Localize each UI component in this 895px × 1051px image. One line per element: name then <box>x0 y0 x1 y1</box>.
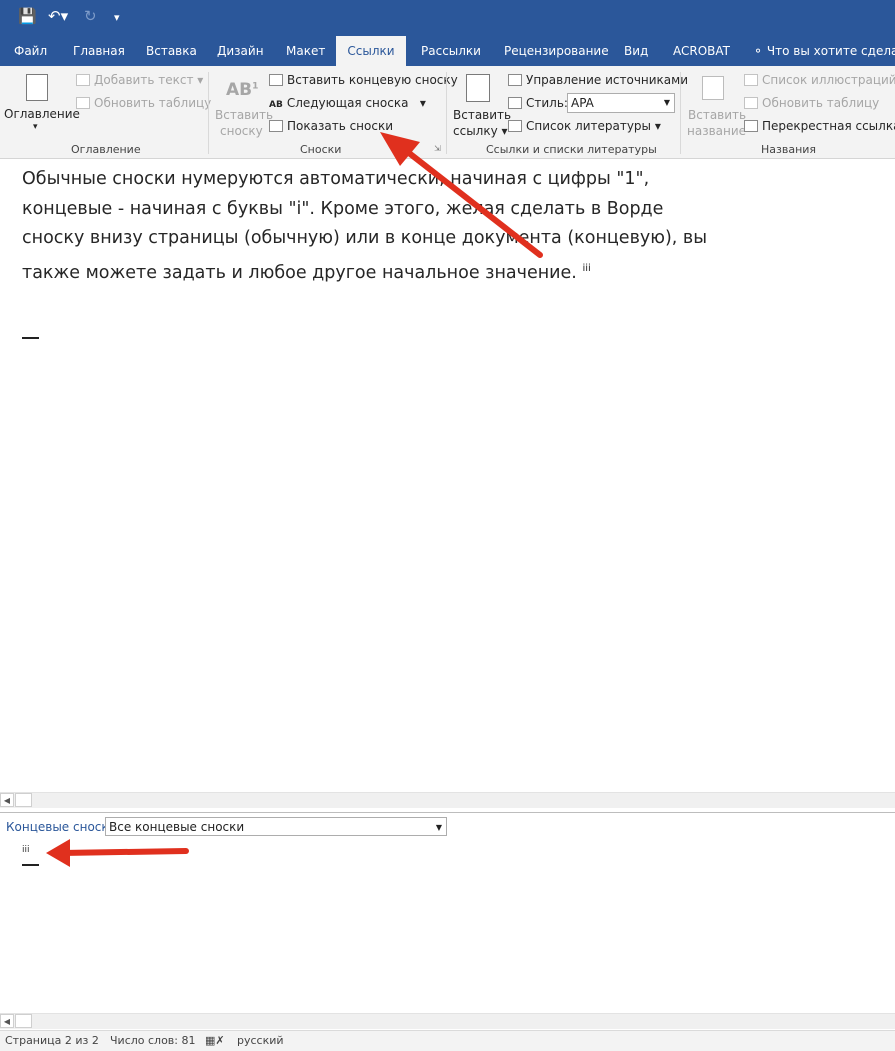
add-text-button[interactable]: Добавить текст ▾ <box>76 73 203 87</box>
chevron-down-icon: ▼ <box>663 98 670 107</box>
insert-footnote-icon: AB1 <box>226 80 259 100</box>
group-label-citations: Ссылки и списки литературы <box>486 143 657 156</box>
insert-footnote-label-1[interactable]: Вставить <box>215 108 273 122</box>
endnotes-select[interactable]: Все концевые сноски ▼ <box>105 817 447 836</box>
style-label: Стиль: <box>508 96 568 110</box>
redo-icon[interactable]: ↻ <box>84 7 97 25</box>
title-bar: 💾 ↶▾ ↻ ▾ <box>0 0 895 36</box>
word-count[interactable]: Число слов: 81 <box>110 1034 196 1047</box>
manage-sources-icon <box>508 74 522 86</box>
horizontal-scrollbar-pane[interactable]: ◀ <box>0 1013 895 1029</box>
tab-insert[interactable]: Вставка <box>146 36 197 66</box>
group-label-footnotes: Сноски <box>300 143 342 156</box>
status-bar: Страница 2 из 2 Число слов: 81 ▦✗ русски… <box>0 1030 895 1051</box>
add-text-icon <box>76 74 90 86</box>
undo-icon[interactable]: ↶▾ <box>48 7 68 25</box>
next-footnote-icon: AB <box>269 100 283 110</box>
group-separator <box>446 72 447 154</box>
group-separator <box>680 72 681 154</box>
endnote-separator <box>22 864 39 866</box>
tab-mailings[interactable]: Рассылки <box>421 36 481 66</box>
endnote-mark[interactable]: iii <box>22 845 30 855</box>
lightbulb-icon: ⚬ <box>753 44 764 58</box>
tab-file[interactable]: Файл <box>14 36 47 66</box>
insert-caption-icon <box>702 76 724 100</box>
ribbon-tabs: Файл Главная Вставка Дизайн Макет Ссылки… <box>0 36 895 66</box>
update-figures-table-button[interactable]: Обновить таблицу <box>744 96 879 110</box>
dialog-launcher-icon[interactable]: ⇲ <box>434 144 441 153</box>
chevron-down-icon[interactable]: ▾ <box>33 122 38 132</box>
tab-references[interactable]: Ссылки <box>336 36 406 66</box>
update-toc-button[interactable]: Обновить таблицу <box>76 96 211 110</box>
style-icon <box>508 97 522 109</box>
customize-toolbar-icon[interactable]: ▾ <box>114 11 120 24</box>
tab-review[interactable]: Рецензирование <box>504 36 609 66</box>
tab-view[interactable]: Вид <box>624 36 648 66</box>
group-separator <box>208 72 209 154</box>
insert-footnote-label-2[interactable]: сноску <box>220 124 263 138</box>
insert-endnote-icon <box>269 74 283 86</box>
document-paragraph[interactable]: Обычные сноски нумеруются автоматически,… <box>22 165 722 288</box>
document-area[interactable]: Обычные сноски нумеруются автоматически,… <box>0 159 895 795</box>
scroll-thumb[interactable] <box>15 793 32 807</box>
cross-reference-icon <box>744 120 758 132</box>
show-notes-icon <box>269 120 283 132</box>
manage-sources-button[interactable]: Управление источниками <box>508 73 688 87</box>
tab-acrobat[interactable]: ACROBAT <box>673 36 730 66</box>
insert-citation-label-1[interactable]: Вставить <box>453 108 511 122</box>
insert-citation-button[interactable]: ссылку ▾ <box>453 124 508 138</box>
endnotes-pane-label: Концевые сноски <box>6 820 117 834</box>
language[interactable]: русский <box>237 1034 284 1047</box>
group-label-toc: Оглавление <box>71 143 141 156</box>
tab-design[interactable]: Дизайн <box>217 36 264 66</box>
insert-caption-label-2[interactable]: название <box>687 124 746 138</box>
insert-citation-icon <box>466 74 490 102</box>
table-of-figures-button[interactable]: Список иллюстраций <box>744 73 895 87</box>
insert-endnote-button[interactable]: Вставить концевую сноску <box>269 73 458 87</box>
ribbon-references: Оглавление ▾ Добавить текст ▾ Обновить т… <box>0 66 895 159</box>
show-notes-button[interactable]: Показать сноски <box>269 119 393 133</box>
table-of-figures-icon <box>744 74 758 86</box>
scroll-thumb[interactable] <box>15 1014 32 1028</box>
save-icon[interactable]: 💾 <box>18 7 37 25</box>
update-table-icon <box>744 97 758 109</box>
tab-layout[interactable]: Макет <box>286 36 325 66</box>
page-count[interactable]: Страница 2 из 2 <box>5 1034 99 1047</box>
bibliography-icon <box>508 120 522 132</box>
endnotes-pane: Концевые сноски Все концевые сноски ▼ iii <box>0 812 895 1015</box>
proofing-icon[interactable]: ▦✗ <box>205 1034 225 1047</box>
table-of-contents-icon <box>26 74 48 101</box>
scroll-left-icon[interactable]: ◀ <box>0 1014 14 1028</box>
update-table-icon <box>76 97 90 109</box>
tell-me-box[interactable]: ⚬ Что вы хотите сделать? <box>753 36 895 66</box>
next-footnote-button[interactable]: AB Следующая сноска ▾ <box>269 96 426 110</box>
horizontal-scrollbar[interactable]: ◀ <box>0 792 895 808</box>
insert-caption-label-1[interactable]: Вставить <box>688 108 746 122</box>
table-of-contents-button[interactable]: Оглавление <box>4 107 80 121</box>
bibliography-button[interactable]: Список литературы ▾ <box>508 119 661 133</box>
chevron-down-icon: ▼ <box>435 823 442 832</box>
endnote-reference[interactable]: iii <box>582 263 590 274</box>
cross-reference-button[interactable]: Перекрестная ссылка <box>744 119 895 133</box>
endnote-separator <box>22 337 39 339</box>
citation-style-select[interactable]: APA ▼ <box>567 93 675 113</box>
group-label-captions: Названия <box>761 143 817 156</box>
tab-home[interactable]: Главная <box>73 36 125 66</box>
scroll-left-icon[interactable]: ◀ <box>0 793 14 807</box>
